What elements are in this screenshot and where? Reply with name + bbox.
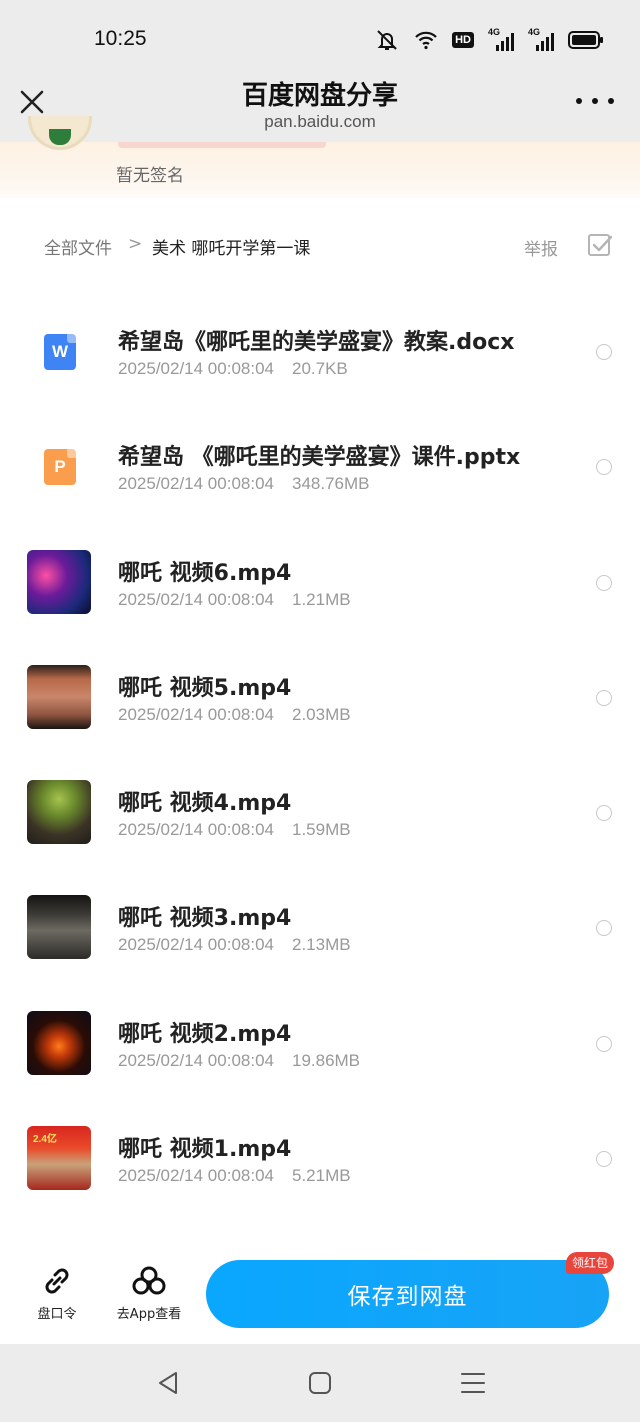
- file-meta: 2025/02/14 00:08:04 1.59MB: [118, 820, 351, 840]
- file-select-radio[interactable]: [596, 689, 612, 706]
- thumbnail-text: 2.4亿: [33, 1134, 57, 1146]
- file-date: 2025/02/14 00:08:04: [118, 935, 274, 955]
- signal-icon-1: 4G: [488, 27, 514, 51]
- back-icon[interactable]: [154, 1369, 182, 1397]
- file-date: 2025/02/14 00:08:04: [118, 589, 274, 609]
- video-thumbnail: [27, 895, 91, 960]
- home-icon[interactable]: [306, 1369, 334, 1397]
- file-row[interactable]: 哪吒 视频3.mp4 2025/02/14 00:08:04 2.13MB: [0, 870, 640, 985]
- sharer-profile: 暂无签名: [0, 116, 640, 198]
- file-name: 哪吒 视频1.mp4: [118, 1137, 292, 1163]
- file-size: 20.7KB: [291, 359, 348, 378]
- file-row[interactable]: 哪吒 视频2.mp4 2025/02/14 00:08:04 19.86MB: [0, 986, 640, 1101]
- breadcrumb-separator: >: [128, 234, 143, 254]
- report-link[interactable]: 举报: [524, 235, 558, 260]
- title-bar: 百度网盘分享 pan.baidu.com: [0, 72, 640, 142]
- page-title: 百度网盘分享: [241, 81, 398, 111]
- file-size: 1.59MB: [291, 820, 351, 840]
- menu-icon[interactable]: [459, 1369, 487, 1397]
- link-icon: [45, 1268, 69, 1294]
- more-dot-icon: [576, 98, 582, 104]
- file-select-radio[interactable]: [596, 574, 612, 591]
- page-url: pan.baidu.com: [264, 112, 376, 131]
- file-date: 2025/02/14 00:08:04: [118, 359, 274, 378]
- open-in-app-button[interactable]: 去App查看: [104, 1264, 194, 1322]
- file-select-radio[interactable]: [596, 920, 612, 937]
- wifi-icon: [415, 31, 437, 50]
- breadcrumb-root[interactable]: 全部文件: [44, 234, 112, 259]
- file-date: 2025/02/14 00:08:04: [118, 1050, 274, 1070]
- file-date: 2025/02/14 00:08:04: [118, 704, 274, 724]
- video-thumbnail: [27, 549, 91, 614]
- file-name: 哪吒 视频6.mp4: [118, 560, 292, 586]
- file-list: W 希望岛《哪吒里的美学盛宴》教案.docx 2025/02/14 00:08:…: [0, 294, 640, 1216]
- file-size: 348.76MB: [291, 474, 370, 494]
- file-meta: 2025/02/14 00:08:04 1.21MB: [118, 590, 351, 610]
- mute-bell-icon: [377, 30, 397, 50]
- file-row[interactable]: 哪吒 视频4.mp4 2025/02/14 00:08:04 1.59MB: [0, 755, 640, 870]
- red-packet-badge[interactable]: 领红包: [566, 1252, 615, 1274]
- file-row[interactable]: W 希望岛《哪吒里的美学盛宴》教案.docx 2025/02/14 00:08:…: [0, 294, 640, 409]
- file-size: 2.13MB: [291, 935, 351, 955]
- share-page: 10:25 HD 4G 4G 百度网盘分享 pan.baidu.com 暂无签名…: [0, 0, 640, 1422]
- status-bar: 10:25 HD 4G 4G: [0, 0, 640, 72]
- avatar: [28, 116, 92, 150]
- save-to-pan-button[interactable]: 保存到网盘: [206, 1260, 609, 1328]
- more-dot-icon: [592, 98, 598, 104]
- file-select-radio[interactable]: [596, 1035, 612, 1052]
- file-select-radio[interactable]: [596, 1151, 612, 1168]
- system-nav-bar: [0, 1344, 640, 1422]
- breadcrumb-current: 美术 哪吒开学第一课: [152, 239, 311, 259]
- file-meta: 2025/02/14 00:08:04 2.13MB: [118, 935, 351, 955]
- video-thumbnail: [27, 1010, 91, 1075]
- file-name: 希望岛 《哪吒里的美学盛宴》课件.pptx: [118, 445, 521, 471]
- breadcrumb: 全部文件 > 美术 哪吒开学第一课 举报: [0, 198, 640, 294]
- file-select-radio[interactable]: [596, 344, 612, 360]
- word-doc-icon: W: [44, 334, 76, 370]
- file-date: 2025/02/14 00:08:04: [118, 1166, 274, 1186]
- video-thumbnail: 2.4亿: [27, 1126, 91, 1191]
- file-meta: 2025/02/14 00:08:04 348.76MB: [118, 474, 369, 494]
- file-name: 希望岛《哪吒里的美学盛宴》教案.docx: [118, 330, 515, 355]
- hd-voice-icon: HD: [452, 32, 474, 48]
- share-code-button[interactable]: 盘口令: [12, 1264, 102, 1322]
- ppt-doc-icon: P: [44, 449, 76, 486]
- file-select-radio[interactable]: [596, 805, 612, 822]
- status-icons: HD 4G 4G: [374, 27, 604, 52]
- file-size: 2.03MB: [291, 704, 351, 724]
- more-options-button[interactable]: [576, 86, 614, 116]
- file-row[interactable]: P 希望岛 《哪吒里的美学盛宴》课件.pptx 2025/02/14 00:08…: [0, 409, 640, 524]
- video-thumbnail: [27, 664, 91, 729]
- file-date: 2025/02/14 00:08:04: [118, 474, 274, 494]
- video-thumbnail: [27, 780, 91, 845]
- baidu-pan-icon: [132, 1266, 166, 1295]
- file-date: 2025/02/14 00:08:04: [118, 820, 274, 840]
- file-meta: 2025/02/14 00:08:04 19.86MB: [118, 1051, 360, 1071]
- file-row[interactable]: 2.4亿 哪吒 视频1.mp4 2025/02/14 00:08:04 5.21M…: [0, 1101, 640, 1216]
- action-bar: 盘口令 去App查看 保存到网盘 领红包: [0, 1238, 640, 1344]
- file-name: 哪吒 视频4.mp4: [118, 791, 292, 817]
- file-size: 19.86MB: [291, 1050, 361, 1070]
- more-dot-icon: [608, 98, 614, 104]
- file-meta: 2025/02/14 00:08:04 5.21MB: [118, 1166, 351, 1186]
- signal-icon-2: 4G: [528, 27, 554, 51]
- sharer-name-blurred: [118, 142, 326, 148]
- file-size: 5.21MB: [291, 1166, 351, 1186]
- file-meta: 2025/02/14 00:08:04 20.7KB: [118, 359, 348, 379]
- file-select-radio[interactable]: [596, 459, 612, 476]
- file-name: 哪吒 视频3.mp4: [118, 906, 292, 932]
- file-row[interactable]: 哪吒 视频6.mp4 2025/02/14 00:08:04 1.21MB: [0, 525, 640, 640]
- select-all-checkbox-icon[interactable]: [586, 232, 614, 260]
- status-time: 10:25: [94, 27, 147, 50]
- file-name: 哪吒 视频5.mp4: [118, 675, 292, 701]
- file-size: 1.21MB: [291, 589, 351, 609]
- open-in-app-label: 去App查看: [116, 1307, 182, 1322]
- file-name: 哪吒 视频2.mp4: [118, 1021, 292, 1047]
- battery-icon: [568, 31, 603, 49]
- file-row[interactable]: 哪吒 视频5.mp4 2025/02/14 00:08:04 2.03MB: [0, 640, 640, 755]
- sharer-signature: 暂无签名: [116, 166, 184, 186]
- share-code-label: 盘口令: [37, 1307, 77, 1322]
- file-meta: 2025/02/14 00:08:04 2.03MB: [118, 705, 351, 725]
